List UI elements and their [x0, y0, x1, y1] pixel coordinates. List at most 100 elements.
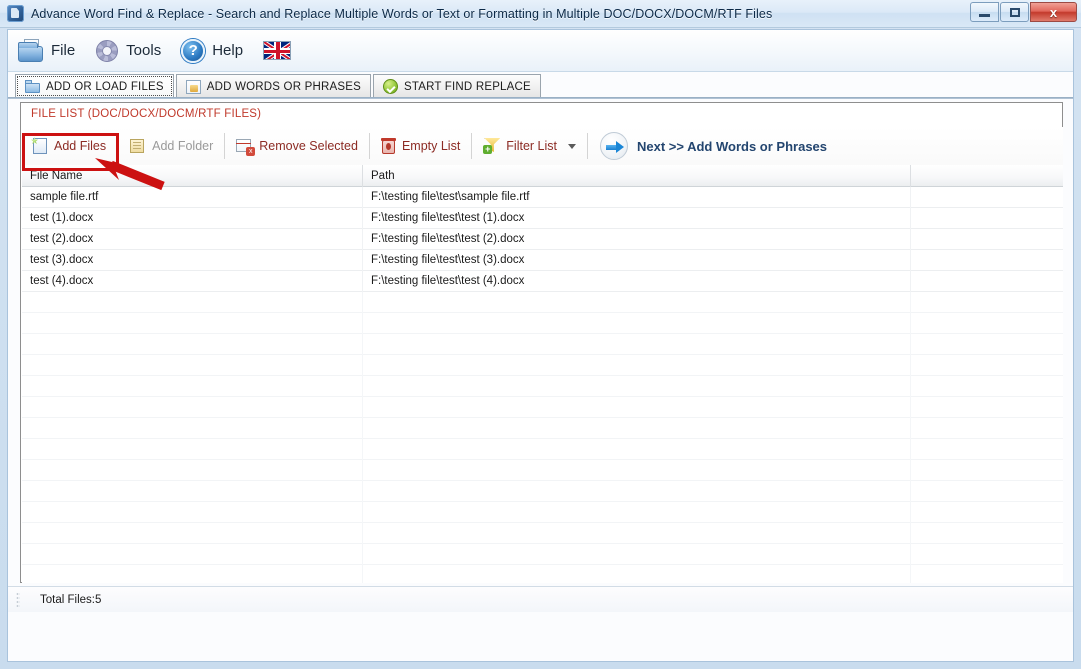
tab-add-or-load-files[interactable]: ADD OR LOAD FILES — [15, 74, 174, 98]
grid-empty-cell — [363, 355, 911, 376]
close-icon: x — [1049, 4, 1058, 20]
cell-extra — [911, 250, 1063, 271]
table-row[interactable]: test (3).docx F:\testing file\test\test … — [22, 249, 1063, 271]
menu-item-help[interactable]: ? Help — [171, 32, 253, 70]
next-add-words-button[interactable]: Next >> Add Words or Phrases — [590, 130, 837, 162]
application-window: Advance Word Find & Replace - Search and… — [0, 0, 1081, 669]
cell-path: F:\testing file\test\test (2).docx — [363, 228, 911, 250]
remove-selected-button[interactable]: x Remove Selected — [227, 131, 367, 161]
total-files-status: Total Files:5 — [40, 593, 102, 606]
tab-underline — [8, 97, 1073, 99]
grid-empty-row — [22, 544, 1063, 565]
maximize-button[interactable] — [1000, 2, 1029, 22]
column-header-path[interactable]: Path — [363, 165, 911, 187]
grid-empty-row — [22, 481, 1063, 502]
table-row[interactable]: test (2).docx F:\testing file\test\test … — [22, 228, 1063, 250]
grid-empty-cell — [22, 397, 363, 418]
grid-empty-area[interactable] — [22, 292, 1063, 583]
window-title: Advance Word Find & Replace - Search and… — [31, 6, 773, 21]
menu-item-language[interactable] — [253, 32, 301, 70]
column-header-file-name[interactable]: File Name — [22, 165, 363, 187]
grid-empty-cell — [363, 502, 911, 523]
add-folder-button[interactable]: Add Folder — [120, 131, 222, 161]
cell-path: F:\testing file\test\test (1).docx — [363, 207, 911, 229]
folder-icon — [25, 79, 40, 94]
column-header-extra[interactable] — [911, 165, 1063, 187]
grid-empty-cell — [911, 355, 1063, 376]
grid-empty-row — [22, 523, 1063, 544]
minimize-button[interactable] — [970, 2, 999, 22]
grid-empty-cell — [911, 313, 1063, 334]
grid-empty-row — [22, 439, 1063, 460]
grid-empty-cell — [911, 439, 1063, 460]
grid-empty-cell — [22, 292, 363, 313]
grid-empty-cell — [911, 397, 1063, 418]
menu-item-file[interactable]: File — [8, 32, 85, 70]
tab-start-find-replace-label: START FIND REPLACE — [403, 80, 531, 93]
grid-empty-cell — [911, 523, 1063, 544]
grid-empty-cell — [22, 376, 363, 397]
grid-empty-cell — [22, 565, 363, 583]
filter-list-label: Filter List — [506, 139, 557, 153]
grid-empty-cell — [363, 481, 911, 502]
tab-add-words-or-phrases[interactable]: ADD WORDS OR PHRASES — [175, 74, 371, 98]
add-files-label: Add Files — [54, 139, 107, 153]
chevron-down-icon[interactable] — [568, 143, 576, 149]
title-bar: Advance Word Find & Replace - Search and… — [0, 0, 1081, 28]
cell-file-name: test (4).docx — [22, 270, 363, 292]
panel-title: FILE LIST (DOC/DOCX/DOCM/RTF FILES) — [31, 108, 262, 120]
add-folder-icon — [129, 138, 146, 154]
grid-empty-row — [22, 397, 1063, 418]
table-row[interactable]: test (1).docx F:\testing file\test\test … — [22, 207, 1063, 229]
grid-empty-cell — [22, 544, 363, 565]
trash-icon — [380, 138, 396, 154]
add-files-button[interactable]: Add Files — [22, 131, 115, 161]
file-list-panel: FILE LIST (DOC/DOCX/DOCM/RTF FILES) Add … — [20, 102, 1063, 583]
menu-item-tools[interactable]: Tools — [85, 32, 171, 70]
grid-empty-cell — [363, 418, 911, 439]
remove-selected-label: Remove Selected — [259, 139, 358, 153]
grid-empty-cell — [911, 565, 1063, 583]
table-row[interactable]: sample file.rtf F:\testing file\test\sam… — [22, 186, 1063, 208]
empty-list-button[interactable]: Empty List — [372, 131, 469, 161]
grid-empty-row — [22, 355, 1063, 376]
minimize-icon — [979, 13, 990, 17]
grid-empty-cell — [363, 439, 911, 460]
remove-selected-icon: x — [236, 138, 256, 156]
grid-empty-cell — [363, 460, 911, 481]
cell-path: F:\testing file\test\test (3).docx — [363, 249, 911, 271]
add-folder-label: Add Folder — [152, 139, 214, 153]
cell-extra — [911, 271, 1063, 292]
grid-empty-cell — [22, 481, 363, 502]
menu-item-help-label: Help — [212, 42, 244, 59]
tab-strip: ADD OR LOAD FILES ADD WORDS OR PHRASES S… — [8, 72, 1073, 98]
words-icon — [185, 79, 201, 94]
grid-empty-row — [22, 292, 1063, 313]
grid-header-row: File Name Path — [22, 165, 1063, 187]
grid-empty-row — [22, 334, 1063, 355]
file-list-grid[interactable]: File Name Path sample file.rtf F:\testin… — [22, 165, 1063, 583]
close-button[interactable]: x — [1030, 2, 1077, 22]
filter-list-button[interactable]: + Filter List — [474, 131, 585, 161]
tab-start-find-replace[interactable]: START FIND REPLACE — [372, 74, 541, 98]
grid-empty-cell — [363, 313, 911, 334]
grid-empty-cell — [22, 460, 363, 481]
grid-empty-cell — [911, 292, 1063, 313]
table-row[interactable]: test (4).docx F:\testing file\test\test … — [22, 270, 1063, 292]
toolbar-separator — [117, 133, 119, 159]
grid-empty-row — [22, 376, 1063, 397]
grid-empty-row — [22, 313, 1063, 334]
grid-empty-cell — [911, 418, 1063, 439]
grid-empty-cell — [22, 439, 363, 460]
cell-file-name: test (2).docx — [22, 228, 363, 250]
status-bar: Total Files:5 — [8, 586, 1073, 612]
grid-empty-cell — [363, 376, 911, 397]
grid-empty-cell — [22, 355, 363, 376]
grid-empty-cell — [363, 544, 911, 565]
grid-empty-cell — [363, 523, 911, 544]
menu-strip: File Tools ? Help — [8, 30, 1073, 72]
folder-icon — [18, 38, 44, 63]
toolbar-separator — [368, 133, 370, 159]
question-icon: ? — [181, 38, 206, 63]
toolbar-separator — [224, 133, 226, 159]
